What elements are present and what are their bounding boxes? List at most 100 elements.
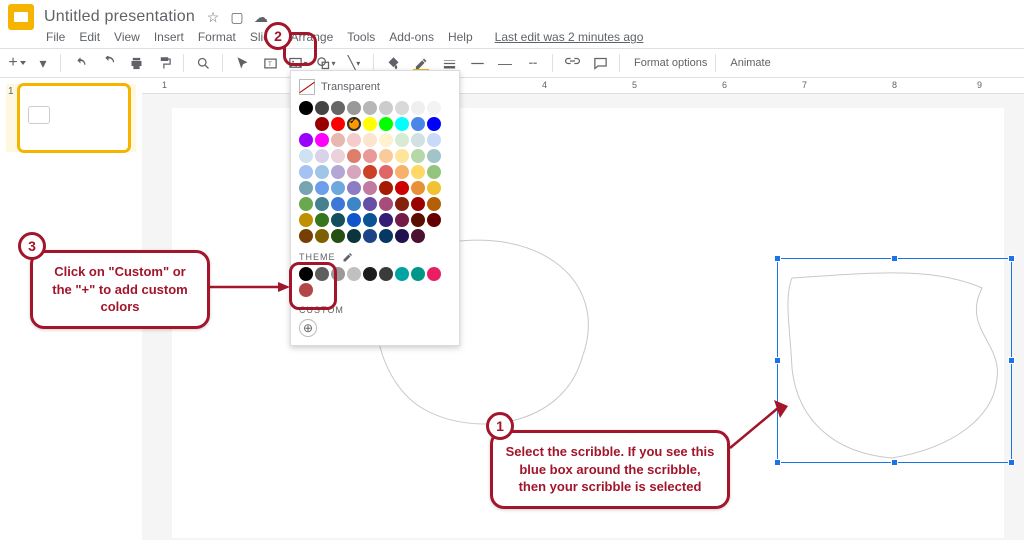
color-swatch[interactable]: [427, 213, 441, 227]
menu-edit[interactable]: Edit: [79, 30, 100, 44]
color-swatch[interactable]: [363, 165, 377, 179]
color-swatch[interactable]: [427, 165, 441, 179]
color-swatch[interactable]: [411, 213, 425, 227]
resize-handle[interactable]: [891, 255, 898, 262]
color-swatch[interactable]: [411, 197, 425, 211]
resize-handle[interactable]: [774, 255, 781, 262]
color-swatch[interactable]: [347, 101, 361, 115]
color-swatch[interactable]: [411, 117, 425, 131]
color-swatch[interactable]: [379, 165, 393, 179]
color-swatch[interactable]: [379, 267, 393, 281]
color-swatch[interactable]: [363, 101, 377, 115]
menu-file[interactable]: File: [46, 30, 65, 44]
new-slide-caret[interactable]: ▾: [34, 52, 52, 74]
line-dashed-button[interactable]: ╌: [522, 52, 544, 74]
color-swatch[interactable]: [363, 117, 377, 131]
color-swatch[interactable]: [363, 181, 377, 195]
color-swatch[interactable]: [331, 197, 345, 211]
color-swatch[interactable]: [315, 197, 329, 211]
color-swatch[interactable]: [379, 229, 393, 243]
line-solid-button[interactable]: —: [494, 52, 516, 74]
color-swatch[interactable]: [299, 149, 313, 163]
color-swatch[interactable]: [395, 165, 409, 179]
menu-help[interactable]: Help: [448, 30, 473, 44]
resize-handle[interactable]: [891, 459, 898, 466]
redo-button[interactable]: [97, 52, 119, 74]
add-custom-color-button[interactable]: ⊕: [299, 319, 317, 337]
color-swatch[interactable]: [411, 229, 425, 243]
transparent-row[interactable]: Transparent: [299, 79, 451, 95]
color-swatch[interactable]: [395, 181, 409, 195]
color-swatch[interactable]: [347, 197, 361, 211]
menu-format[interactable]: Format: [198, 30, 236, 44]
color-swatch[interactable]: [379, 133, 393, 147]
color-swatch[interactable]: [395, 117, 409, 131]
star-icon[interactable]: ☆: [205, 9, 221, 25]
color-swatch[interactable]: [299, 213, 313, 227]
color-swatch[interactable]: [331, 229, 345, 243]
color-swatch[interactable]: [315, 181, 329, 195]
color-swatch[interactable]: [363, 229, 377, 243]
color-swatch[interactable]: [395, 133, 409, 147]
zoom-button[interactable]: [192, 52, 214, 74]
color-swatch[interactable]: [427, 197, 441, 211]
edit-theme-icon[interactable]: [342, 251, 354, 263]
color-swatch[interactable]: [411, 133, 425, 147]
color-swatch[interactable]: [395, 229, 409, 243]
color-swatch[interactable]: [315, 133, 329, 147]
color-swatch[interactable]: [411, 181, 425, 195]
color-swatch[interactable]: [347, 165, 361, 179]
move-folder-icon[interactable]: ▢: [229, 9, 245, 25]
color-swatch[interactable]: [411, 165, 425, 179]
resize-handle[interactable]: [1008, 255, 1015, 262]
chevron-down-icon[interactable]: [20, 61, 26, 65]
color-swatch[interactable]: [363, 149, 377, 163]
color-swatch[interactable]: [395, 213, 409, 227]
color-swatch[interactable]: [299, 229, 313, 243]
color-swatch[interactable]: [315, 229, 329, 243]
color-swatch[interactable]: [427, 181, 441, 195]
color-swatch[interactable]: [363, 133, 377, 147]
color-swatch[interactable]: [315, 101, 329, 115]
menu-tools[interactable]: Tools: [347, 30, 375, 44]
color-swatch[interactable]: [331, 165, 345, 179]
paint-format-button[interactable]: [153, 52, 175, 74]
resize-handle[interactable]: [774, 357, 781, 364]
color-swatch[interactable]: [395, 101, 409, 115]
color-swatch[interactable]: [395, 149, 409, 163]
doc-title[interactable]: Untitled presentation: [44, 8, 195, 26]
color-swatch[interactable]: [395, 267, 409, 281]
resize-handle[interactable]: [774, 459, 781, 466]
color-swatch[interactable]: [331, 149, 345, 163]
color-swatch[interactable]: [299, 165, 313, 179]
color-swatch[interactable]: [299, 133, 313, 147]
color-swatch[interactable]: [427, 267, 441, 281]
slides-logo[interactable]: [8, 4, 34, 30]
color-swatch[interactable]: [347, 149, 361, 163]
color-swatch[interactable]: [315, 165, 329, 179]
color-swatch[interactable]: [331, 117, 345, 131]
color-swatch[interactable]: [315, 117, 329, 131]
color-swatch[interactable]: [427, 149, 441, 163]
menu-view[interactable]: View: [114, 30, 140, 44]
menu-insert[interactable]: Insert: [154, 30, 184, 44]
color-swatch[interactable]: [379, 101, 393, 115]
color-swatch[interactable]: [315, 213, 329, 227]
last-edit-link[interactable]: Last edit was 2 minutes ago: [495, 30, 644, 44]
color-swatch[interactable]: [379, 197, 393, 211]
new-slide-button[interactable]: +: [6, 52, 28, 74]
textbox-tool[interactable]: T: [259, 52, 281, 74]
selection-box[interactable]: [777, 258, 1012, 463]
comment-button[interactable]: [589, 52, 611, 74]
resize-handle[interactable]: [1008, 459, 1015, 466]
color-swatch[interactable]: [379, 117, 393, 131]
format-options-link[interactable]: Format options: [634, 57, 707, 69]
color-swatch[interactable]: [427, 133, 441, 147]
slide-thumbnail-1[interactable]: [20, 86, 128, 150]
link-button[interactable]: [561, 52, 583, 74]
menu-addons[interactable]: Add-ons: [389, 30, 434, 44]
resize-handle[interactable]: [1008, 357, 1015, 364]
color-swatch[interactable]: [299, 101, 313, 115]
color-swatch[interactable]: [347, 181, 361, 195]
undo-button[interactable]: [69, 52, 91, 74]
